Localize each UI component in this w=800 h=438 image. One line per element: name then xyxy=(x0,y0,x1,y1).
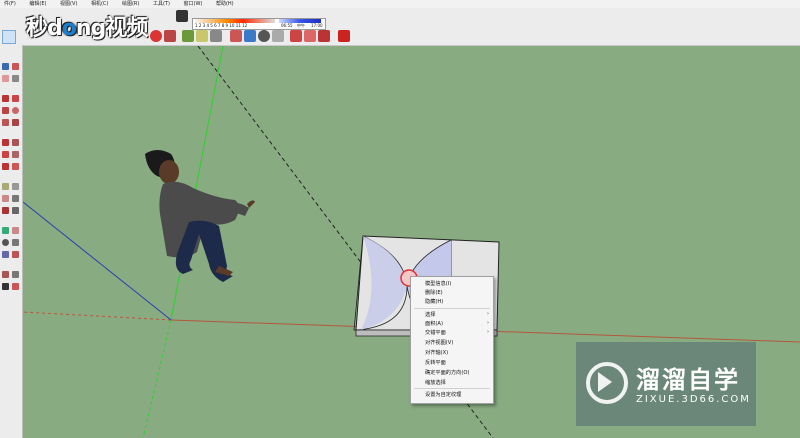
shadow-settings-bar[interactable]: 1 2 3 4 5 6 7 8 9 10 11 12 06:55 17:00 中… xyxy=(192,18,326,30)
menu-item-custom-texture[interactable]: 设置为自定纹理 xyxy=(425,391,461,398)
menu-item-hide[interactable]: 隐藏(H) xyxy=(425,298,443,305)
zoom-extents-icon[interactable] xyxy=(272,30,284,42)
menu-item-delete[interactable]: 删除(E) xyxy=(425,289,443,296)
zoom-extents-tool-icon[interactable] xyxy=(2,251,9,258)
polygon-tool-icon[interactable] xyxy=(2,119,9,126)
make-component-icon[interactable] xyxy=(12,63,19,70)
zoom-tool-icon[interactable] xyxy=(2,239,9,246)
share-model-icon[interactable] xyxy=(304,30,316,42)
axes-icon[interactable] xyxy=(230,30,242,42)
orbit-icon[interactable] xyxy=(244,30,256,42)
component-icon[interactable] xyxy=(164,30,176,42)
dimension-tool-icon[interactable] xyxy=(12,183,19,190)
arc-tool-icon[interactable] xyxy=(12,119,19,126)
position-camera-tool-icon[interactable] xyxy=(2,271,9,278)
green-axis-dashed xyxy=(142,319,172,438)
time-start: 06:55 xyxy=(281,23,293,28)
menu-window[interactable]: 窗口(W) xyxy=(184,1,203,7)
menu-separator xyxy=(414,308,490,309)
menu-item-area[interactable]: 面积(A) xyxy=(425,320,443,327)
orbit-tool-icon[interactable] xyxy=(2,227,9,234)
rotate-tool-icon[interactable] xyxy=(2,151,9,158)
month-ticks: 1 2 3 4 5 6 7 8 9 10 11 12 xyxy=(195,23,248,28)
menu-item-select[interactable]: 选择 xyxy=(425,311,435,318)
watermark-title: 溜溜自学 xyxy=(636,366,740,394)
paint-bucket-icon[interactable] xyxy=(182,30,194,42)
menu-item-orient-faces[interactable]: 确定平面的方向(O) xyxy=(425,369,469,376)
3d-text-tool-icon[interactable] xyxy=(12,207,19,214)
previous-view-tool-icon[interactable] xyxy=(12,251,19,258)
tool-palette xyxy=(0,45,23,438)
circle-tool-icon[interactable] xyxy=(12,107,19,114)
menu-edit[interactable]: 编辑(E) xyxy=(29,1,46,7)
blue-axis-solid xyxy=(23,201,172,321)
menu-separator xyxy=(414,388,490,389)
red-axis-dashed xyxy=(23,311,172,321)
section-plane-tool-icon[interactable] xyxy=(12,283,19,290)
menu-item-intersect-faces[interactable]: 交错平面 xyxy=(425,329,446,336)
warehouse-icon[interactable] xyxy=(290,30,302,42)
look-around-tool-icon[interactable] xyxy=(2,283,9,290)
rectangle-tool-icon[interactable] xyxy=(2,107,9,114)
text-tool-icon[interactable] xyxy=(210,30,222,42)
time-end: 17:00 xyxy=(311,23,323,28)
submenu-arrow-icon: › xyxy=(487,320,489,326)
submenu-arrow-icon: › xyxy=(487,329,489,335)
menu-draw[interactable]: 绘图(R) xyxy=(122,1,139,7)
protractor-tool-icon[interactable] xyxy=(2,195,9,202)
time-mid: 中午 xyxy=(297,23,305,28)
play-triangle-icon xyxy=(598,372,612,392)
line-tool-icon[interactable] xyxy=(2,95,9,102)
menu-camera[interactable]: 相机(C) xyxy=(91,1,108,7)
main-toolbar: 秒dong视频 1 2 3 4 5 6 7 8 9 10 11 12 06:55… xyxy=(0,8,800,46)
walk-tool-icon[interactable] xyxy=(12,271,19,278)
watermark: 溜溜自学 ZIXUE.3D66.COM xyxy=(576,342,756,426)
menu-help[interactable]: 帮助(H) xyxy=(216,1,234,7)
menu-item-align-view[interactable]: 对齐视图(V) xyxy=(425,339,453,346)
menu-file[interactable]: 件(F) xyxy=(4,1,16,7)
ruby-icon[interactable] xyxy=(338,30,350,42)
follow-me-tool-icon[interactable] xyxy=(12,151,19,158)
pan-tool-icon[interactable] xyxy=(12,227,19,234)
move-tool-icon[interactable] xyxy=(2,139,9,146)
menu-tools[interactable]: 工具(T) xyxy=(153,1,170,7)
text-tool-icon[interactable] xyxy=(12,195,19,202)
submenu-arrow-icon: › xyxy=(487,311,489,317)
tape-measure-tool-icon[interactable] xyxy=(2,183,9,190)
context-menu: 模型信息(I) 删除(E) 隐藏(H) 选择 › 面积(A) › 交错平面 › … xyxy=(410,276,494,404)
select-tool-icon[interactable] xyxy=(2,63,9,70)
brand-logo: 秒dong视频 xyxy=(26,16,148,41)
axes-tool-icon[interactable] xyxy=(2,207,9,214)
watermark-url: ZIXUE.3D66.COM xyxy=(636,394,751,405)
menu-item-reverse-faces[interactable]: 反转平面 xyxy=(425,359,446,366)
menu-view[interactable]: 视图(V) xyxy=(60,1,77,7)
menu-item-align-axes[interactable]: 对齐轴(X) xyxy=(425,349,448,356)
zoom-icon[interactable] xyxy=(258,30,270,42)
zoom-window-tool-icon[interactable] xyxy=(12,239,19,246)
eraser-tool-icon[interactable] xyxy=(2,75,9,82)
tape-icon[interactable] xyxy=(196,30,208,42)
extension-icon[interactable] xyxy=(318,30,330,42)
scale-tool-icon[interactable] xyxy=(2,163,9,170)
offset-tool-icon[interactable] xyxy=(12,163,19,170)
select-arrow-icon[interactable] xyxy=(2,30,16,44)
paint-tool-icon[interactable] xyxy=(12,75,19,82)
menu-item-model-info[interactable]: 模型信息(I) xyxy=(425,280,451,287)
push-pull-tool-icon[interactable] xyxy=(12,139,19,146)
menu-item-zoom-selection[interactable]: 缩放选择 xyxy=(425,379,446,386)
shadow-toggle-icon[interactable] xyxy=(176,10,188,22)
refresh-icon[interactable] xyxy=(150,30,162,42)
freehand-tool-icon[interactable] xyxy=(12,95,19,102)
